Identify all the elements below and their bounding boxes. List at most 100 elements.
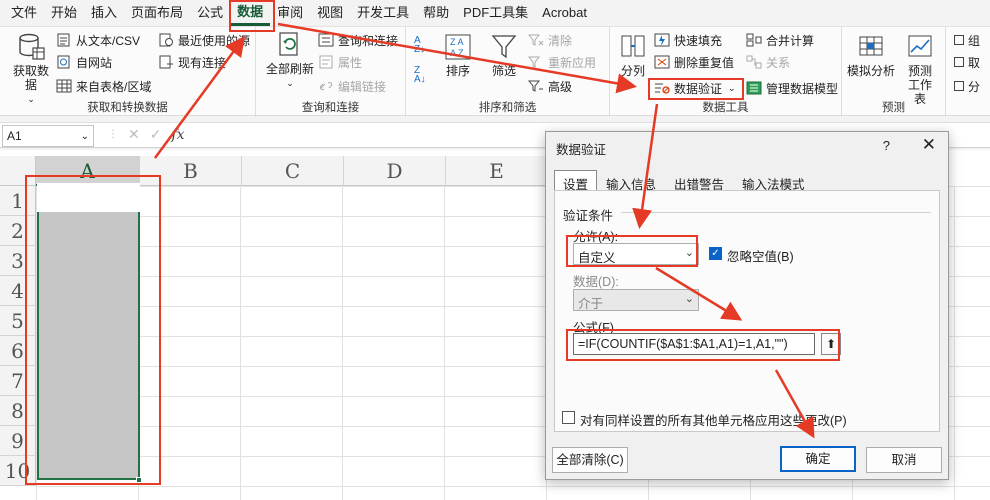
row-header-2[interactable]: 2: [0, 216, 36, 246]
sort-az-button[interactable]: A Z↓: [414, 35, 425, 55]
get-transform-group-label: 获取和转换数据: [87, 102, 168, 114]
tab-help[interactable]: 帮助: [416, 0, 456, 26]
fill-handle[interactable]: [136, 477, 142, 483]
row-header-3[interactable]: 3: [0, 246, 36, 276]
tab-review[interactable]: 审阅: [270, 0, 310, 26]
tab-view[interactable]: 视图: [310, 0, 350, 26]
row-header-1[interactable]: 1: [0, 186, 36, 216]
column-header-c[interactable]: C: [242, 156, 344, 186]
reapply-filter-label: 重新应用: [548, 55, 597, 70]
row-header-5[interactable]: 5: [0, 306, 36, 336]
get-data-label: 获取数据: [12, 64, 49, 92]
what-if-analysis-button[interactable]: 模拟分析: [846, 33, 896, 78]
manage-data-model-button[interactable]: 管理数据模型: [746, 78, 838, 98]
row-header-8[interactable]: 8: [0, 396, 36, 426]
properties-button[interactable]: 属性: [318, 52, 362, 72]
active-cell-a1[interactable]: [37, 183, 140, 212]
tab-formulas[interactable]: 公式: [190, 0, 230, 26]
forecast-sheet-button[interactable]: 预测工作表: [900, 33, 940, 106]
cancel-button[interactable]: 取消: [866, 447, 942, 473]
row-header-10[interactable]: 10: [0, 456, 36, 486]
existing-connections-button[interactable]: 现有连接: [158, 52, 226, 72]
data-validation-label: 数据验证: [674, 81, 723, 96]
subtotal-button[interactable]: 分: [954, 76, 980, 96]
column-header-a[interactable]: A: [36, 156, 140, 186]
ignore-blank-checkbox[interactable]: ✓: [709, 247, 722, 260]
formula-input[interactable]: =IF(COUNTIF($A$1:$A1,A1)=1,A1,""): [573, 333, 815, 355]
queries-connections-button[interactable]: 查询和连接: [318, 30, 398, 50]
data-validation-button[interactable]: 数据验证 ⌄: [654, 78, 736, 98]
edit-links-button[interactable]: 编辑链接: [318, 76, 386, 96]
from-web-button[interactable]: 自网站: [56, 52, 112, 72]
consolidate-label: 合并计算: [766, 33, 815, 48]
data-operator-select[interactable]: 介于 ⌄: [573, 289, 699, 311]
row-header-6[interactable]: 6: [0, 336, 36, 366]
flash-fill-button[interactable]: 快速填充: [654, 30, 722, 50]
enter-icon[interactable]: ✓: [150, 126, 162, 143]
advanced-filter-label: 高级: [548, 79, 573, 94]
column-header-b[interactable]: B: [140, 156, 242, 186]
from-text-csv-button[interactable]: 从文本/CSV: [56, 30, 140, 50]
insert-function-icon[interactable]: fx: [171, 127, 184, 143]
tab-home[interactable]: 开始: [44, 0, 84, 26]
column-header-d[interactable]: D: [344, 156, 446, 186]
tab-developer[interactable]: 开发工具: [350, 0, 416, 26]
recent-sources-label: 最近使用的源: [178, 33, 251, 48]
chevron-down-icon[interactable]: ⌄: [81, 131, 89, 142]
ignore-blank-label: 忽略空值(B): [727, 250, 794, 264]
remove-duplicates-button[interactable]: 删除重复值: [654, 52, 734, 72]
queries-connections-label: 查询和连接: [338, 33, 399, 48]
tab-file[interactable]: 文件: [4, 0, 44, 26]
get-data-button[interactable]: 获取数据 ⌄: [8, 33, 54, 106]
cancel-icon[interactable]: ✕: [128, 126, 140, 143]
close-icon[interactable]: ✕: [922, 135, 936, 155]
ungroup-button[interactable]: 取: [954, 52, 980, 72]
tab-page-layout[interactable]: 页面布局: [124, 0, 190, 26]
text-to-columns-label: 分列: [620, 64, 645, 78]
group-button[interactable]: 组: [954, 30, 980, 50]
from-table-range-label: 来自表格/区域: [76, 79, 152, 94]
text-file-icon: [57, 33, 70, 47]
ok-button[interactable]: 确定: [780, 446, 856, 472]
row-header-4[interactable]: 4: [0, 276, 36, 306]
group-sort-filter: A Z↓ Z A↓ Z A A Z 排序 筛选 清除 重新应用 高级 排序和筛选: [406, 27, 610, 117]
refresh-all-button[interactable]: 全部刷新 ⌄: [264, 31, 316, 90]
tab-pdf-tools[interactable]: PDF工具集: [456, 0, 535, 26]
sort-button[interactable]: Z A A Z 排序: [440, 33, 476, 78]
consolidate-button[interactable]: 合并计算: [746, 30, 814, 50]
text-to-columns-button[interactable]: 分列: [616, 33, 650, 78]
select-all-corner[interactable]: [0, 156, 36, 186]
clear-all-button[interactable]: 全部清除(C): [552, 447, 628, 473]
filter-button[interactable]: 筛选: [486, 33, 522, 78]
group-label-text: 组: [968, 33, 981, 48]
tab-data[interactable]: 数据: [230, 1, 271, 26]
name-box[interactable]: A1 ⌄: [2, 125, 94, 147]
apply-all-checkbox[interactable]: [562, 411, 575, 424]
reapply-filter-button[interactable]: 重新应用: [528, 52, 596, 72]
subtotal-icon: [954, 81, 964, 91]
group-forecast: 模拟分析 预测工作表 预测: [842, 27, 946, 117]
row-header-9[interactable]: 9: [0, 426, 36, 456]
sort-za-button[interactable]: Z A↓: [414, 65, 426, 85]
column-header-e[interactable]: E: [446, 156, 548, 186]
collapse-dialog-icon[interactable]: ⬆: [821, 333, 841, 355]
row-header-7[interactable]: 7: [0, 366, 36, 396]
from-text-csv-label: 从文本/CSV: [76, 33, 141, 48]
selected-range-a1-a10[interactable]: [37, 183, 140, 480]
ungroup-label-text: 取: [968, 55, 981, 70]
relationships-button[interactable]: 关系: [746, 52, 790, 72]
clear-filter-button[interactable]: 清除: [528, 30, 572, 50]
edit-links-label: 编辑链接: [338, 79, 387, 94]
apply-all-label: 对有同样设置的所有其他单元格应用这些更改(P): [580, 414, 847, 428]
from-table-range-button[interactable]: 来自表格/区域: [56, 76, 151, 96]
help-icon[interactable]: ?: [883, 138, 890, 153]
recent-sources-button[interactable]: 最近使用的源: [158, 30, 250, 50]
relationships-icon: [746, 55, 762, 69]
flash-fill-icon: [654, 33, 670, 47]
tab-insert[interactable]: 插入: [84, 0, 124, 26]
allow-select[interactable]: 自定义 ⌄: [573, 243, 699, 265]
advanced-filter-button[interactable]: 高级: [528, 76, 572, 96]
data-validation-icon: [655, 83, 670, 94]
reapply-icon: [528, 56, 541, 68]
tab-acrobat[interactable]: Acrobat: [535, 0, 594, 26]
